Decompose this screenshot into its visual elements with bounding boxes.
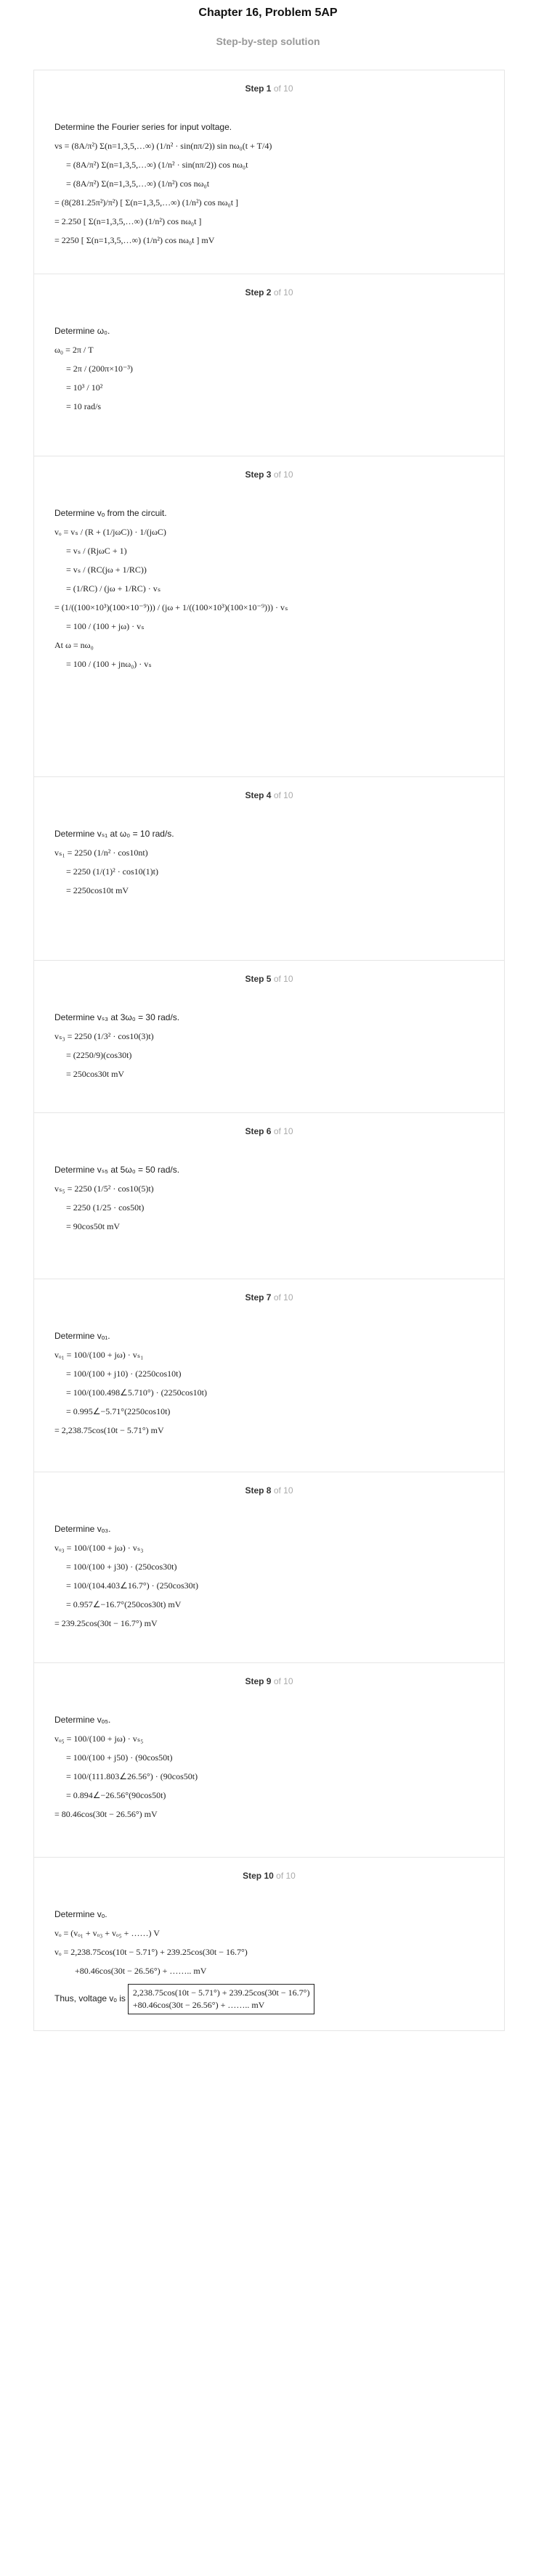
equation-line: = 100/(100 + j50) · (90cos50t) <box>66 1752 173 1763</box>
step-heading: Step 8 of 10 <box>245 1485 293 1496</box>
header: Chapter 16, Problem 5AP Step-by-step sol… <box>0 0 536 70</box>
equation-line: = 100/(100.498∠5.710°) · (2250cos10t) <box>66 1387 207 1398</box>
equation-line: ω₀ = 2π / T <box>54 345 94 355</box>
equation-line: = (8A/π²) Σ(n=1,3,5,…∞) (1/n²) cos nω₀t <box>66 179 210 189</box>
equation-line: = 250cos30t mV <box>66 1069 125 1079</box>
step-intro: Determine the Fourier series for input v… <box>54 122 232 132</box>
equation-line: = 2250 (1/25 · cos50t) <box>66 1202 145 1213</box>
step-card-10: Step 10 of 10 Determine vₒ. vₒ = (vₒ₁ + … <box>33 1857 505 2031</box>
equation-line: = 100/(100 + j10) · (2250cos10t) <box>66 1369 182 1379</box>
equation-line: = 0.957∠−16.7°(250cos30t) mV <box>66 1599 182 1609</box>
equation-line: = 80.46cos(30t − 26.56°) mV <box>54 1809 158 1819</box>
step-intro: Determine ω₀. <box>54 326 110 336</box>
step-heading: Step 10 of 10 <box>243 1871 296 1881</box>
step-heading: Step 6 of 10 <box>245 1126 293 1136</box>
step-intro: Determine vₒ. <box>54 1909 107 1919</box>
equation-line: = 0.995∠−5.71°(2250cos10t) <box>66 1406 171 1416</box>
step-heading: Step 4 of 10 <box>245 790 293 800</box>
step-card-9: Step 9 of 10 Determine vₒ₅. vₒ₅ = 100/(1… <box>33 1662 505 1857</box>
equation-line: = 239.25cos(30t − 16.7°) mV <box>54 1618 158 1628</box>
equation-line: vₛ₃ = 2250 (1/3² · cos10(3)t) <box>54 1031 154 1041</box>
equation-line: = 100 / (100 + jω) · vₛ <box>66 621 145 631</box>
step-intro: Determine vₒ from the circuit. <box>54 508 167 518</box>
step-card-5: Step 5 of 10 Determine vₛ₃ at 3ω₀ = 30 r… <box>33 960 505 1112</box>
step-intro: Determine vₛ₃ at 3ω₀ = 30 rad/s. <box>54 1012 180 1022</box>
final-answer-label: Thus, voltage vₒ is <box>54 1993 126 2003</box>
equation-line: = (1/RC) / (jω + 1/RC) · vₛ <box>66 583 161 594</box>
equation-line: = 100/(111.803∠26.56°) · (90cos50t) <box>66 1771 198 1781</box>
step-card-7: Step 7 of 10 Determine vₒ₁. vₒ₁ = 100/(1… <box>33 1279 505 1472</box>
equation-line: vₛ₁ = 2250 (1/n² · cos10nt) <box>54 848 148 858</box>
equation-line: = 2,238.75cos(10t − 5.71°) mV <box>54 1425 164 1435</box>
equation-line: = 90cos50t mV <box>66 1221 121 1231</box>
equation-line: = 0.894∠−26.56°(90cos50t) <box>66 1790 166 1800</box>
equation-line: = (1/((100×10³)(100×10⁻⁹))) / (jω + 1/((… <box>54 602 288 612</box>
step-heading: Step 5 of 10 <box>245 974 293 984</box>
page-subtitle: Step-by-step solution <box>216 36 320 47</box>
equation-line: +80.46cos(30t − 26.56°) + …….. mV <box>75 1966 207 1976</box>
equation-line: = 2250 (1/(1)² · cos10(1)t) <box>66 866 159 877</box>
step-intro: Determine vₒ₅. <box>54 1715 111 1725</box>
step-intro: Determine vₒ₁. <box>54 1331 110 1341</box>
equation-line: = 10 rad/s <box>66 401 102 411</box>
equation-line: vₒ = 2,238.75cos(10t − 5.71°) + 239.25co… <box>54 1947 248 1957</box>
final-answer-line-1: 2,238.75cos(10t − 5.71°) + 239.25cos(30t… <box>132 1988 310 1998</box>
equation-line: = 100 / (100 + jnω₀) · vₛ <box>66 659 152 669</box>
step-card-8: Step 8 of 10 Determine vₒ₃. vₒ₃ = 100/(1… <box>33 1472 505 1662</box>
equation-line: At ω = nω₀ <box>54 640 94 650</box>
equation-line: = vₛ / (RjωC + 1) <box>66 546 127 556</box>
equation-line: vₒ = (vₒ₁ + vₒ₃ + vₒ₅ + ……) V <box>54 1928 160 1938</box>
equation-line: = (8A/π²) Σ(n=1,3,5,…∞) (1/n² · sin(nπ/2… <box>66 160 248 170</box>
step-card-2: Step 2 of 10 Determine ω₀. ω₀ = 2π / T =… <box>33 274 505 456</box>
step-intro: Determine vₒ₃. <box>54 1524 111 1534</box>
equation-line: vₒ = vₛ / (R + (1/jωC)) · 1/(jωC) <box>54 527 166 537</box>
equation-line: vs = (8A/π²) Σ(n=1,3,5,…∞) (1/n² · sin(n… <box>54 141 272 151</box>
equation-line: = 2250cos10t mV <box>66 885 129 895</box>
step-card-6: Step 6 of 10 Determine vₛ₅ at 5ω₀ = 50 r… <box>33 1112 505 1279</box>
step-card-3: Step 3 of 10 Determine vₒ from the circu… <box>33 456 505 776</box>
equation-line: = 2π / (200π×10⁻³) <box>66 364 133 374</box>
equation-line: = (2250/9)(cos30t) <box>66 1050 132 1060</box>
step-intro: Determine vₛ₁ at ω₀ = 10 rad/s. <box>54 829 174 839</box>
equation-line: = 100/(104.403∠16.7°) · (250cos30t) <box>66 1580 198 1591</box>
final-answer-line-2: +80.46cos(30t − 26.56°) + …….. mV <box>132 2000 265 2010</box>
step-heading: Step 3 of 10 <box>245 469 293 480</box>
equation-line: = 10³ / 10² <box>66 382 103 393</box>
page-title: Chapter 16, Problem 5AP <box>198 7 338 19</box>
equation-line: = 2250 [ Σ(n=1,3,5,…∞) (1/n²) cos nω₀t ]… <box>54 235 215 245</box>
equation-line: vₒ₅ = 100/(100 + jω) · vₛ₅ <box>54 1734 144 1744</box>
step-heading: Step 2 of 10 <box>245 287 293 298</box>
step-card-4: Step 4 of 10 Determine vₛ₁ at ω₀ = 10 ra… <box>33 776 505 960</box>
solution-page: Chapter 16, Problem 5AP Step-by-step sol… <box>0 0 536 2031</box>
equation-line: = (8(281.25π²)/π²) [ Σ(n=1,3,5,…∞) (1/n²… <box>54 197 239 208</box>
step-heading: Step 7 of 10 <box>245 1292 293 1303</box>
step-intro: Determine vₛ₅ at 5ω₀ = 50 rad/s. <box>54 1165 180 1175</box>
step-heading: Step 1 of 10 <box>245 83 293 94</box>
final-answer: Thus, voltage vₒ is 2,238.75cos(10t − 5.… <box>54 1984 504 2014</box>
equation-line: = vₛ / (RC(jω + 1/RC)) <box>66 565 147 575</box>
equation-line: = 100/(100 + j30) · (250cos30t) <box>66 1562 177 1572</box>
final-answer-box: 2,238.75cos(10t − 5.71°) + 239.25cos(30t… <box>127 1984 315 2014</box>
step-heading: Step 9 of 10 <box>245 1676 293 1686</box>
equation-line: = 2.250 [ Σ(n=1,3,5,…∞) (1/n²) cos nω₀t … <box>54 216 202 226</box>
equation-line: vₒ₁ = 100/(100 + jω) · vₛ₁ <box>54 1350 144 1360</box>
equation-line: vₛ₅ = 2250 (1/5² · cos10(5)t) <box>54 1184 154 1194</box>
equation-line: vₒ₃ = 100/(100 + jω) · vₛ₃ <box>54 1543 144 1553</box>
step-card-1: Step 1 of 10 Determine the Fourier serie… <box>33 70 505 274</box>
